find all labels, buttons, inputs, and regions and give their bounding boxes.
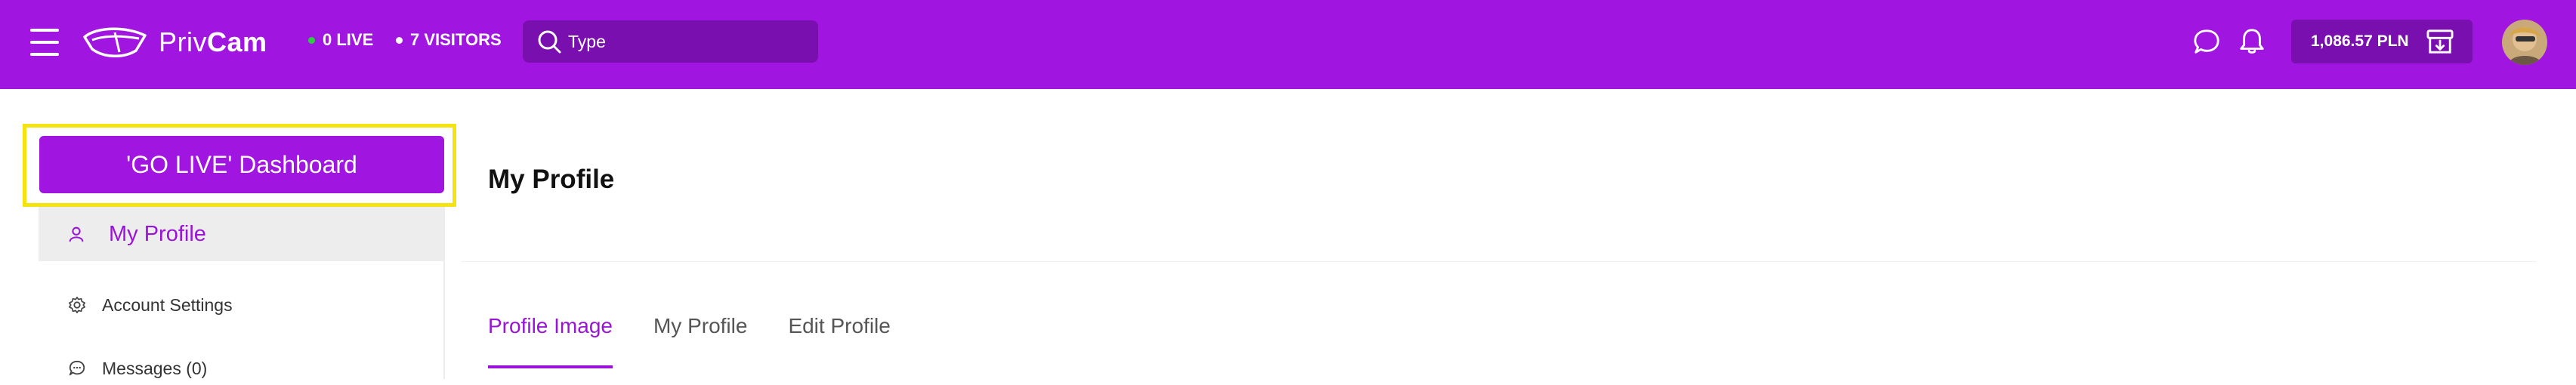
tab-my-profile[interactable]: My Profile (653, 314, 747, 367)
avatar[interactable] (2502, 20, 2547, 65)
page-title: My Profile (488, 165, 615, 194)
gear-icon (67, 295, 87, 315)
brand-logo[interactable]: PrivCam (82, 24, 267, 60)
wallet-button[interactable]: 1,086.57 PLN (2291, 20, 2473, 63)
chat-icon (2194, 29, 2219, 54)
section-divider (461, 261, 2537, 262)
user-avatar-icon (2502, 20, 2547, 65)
user-icon (66, 224, 86, 244)
search-icon (538, 30, 561, 54)
notifications-button[interactable] (2236, 26, 2268, 57)
golive-dashboard-button[interactable]: 'GO LIVE' Dashboard (39, 136, 444, 193)
sidebar-item-messages[interactable]: Messages (0) (39, 352, 443, 385)
search-input[interactable] (568, 31, 795, 52)
tab-edit-profile[interactable]: Edit Profile (788, 314, 890, 367)
top-bar: PrivCam 0 LIVE 7 VISITORS 1,086.57 PLN (0, 0, 2576, 89)
profile-tabs: Profile Image My Profile Edit Profile (488, 314, 931, 368)
sidebar-item-account-settings[interactable]: Account Settings (39, 288, 443, 322)
brand-name: PrivCam (159, 26, 267, 57)
tab-profile-image[interactable]: Profile Image (488, 314, 613, 368)
chat-button[interactable] (2191, 26, 2222, 57)
sidebar: My Profile Account Settings Messages (0) (39, 207, 445, 379)
message-icon (67, 359, 87, 378)
visitors-dot-icon (396, 36, 403, 44)
bell-icon (2240, 29, 2264, 54)
live-count: 0 LIVE (308, 30, 373, 50)
live-dot-icon (308, 36, 315, 44)
visitors-count: 7 VISITORS (396, 30, 502, 50)
menu-icon[interactable] (30, 29, 59, 56)
wallet-icon (2426, 29, 2454, 54)
search-box[interactable] (523, 20, 818, 63)
sidebar-item-my-profile[interactable]: My Profile (39, 207, 443, 261)
logo-icon (83, 27, 147, 57)
